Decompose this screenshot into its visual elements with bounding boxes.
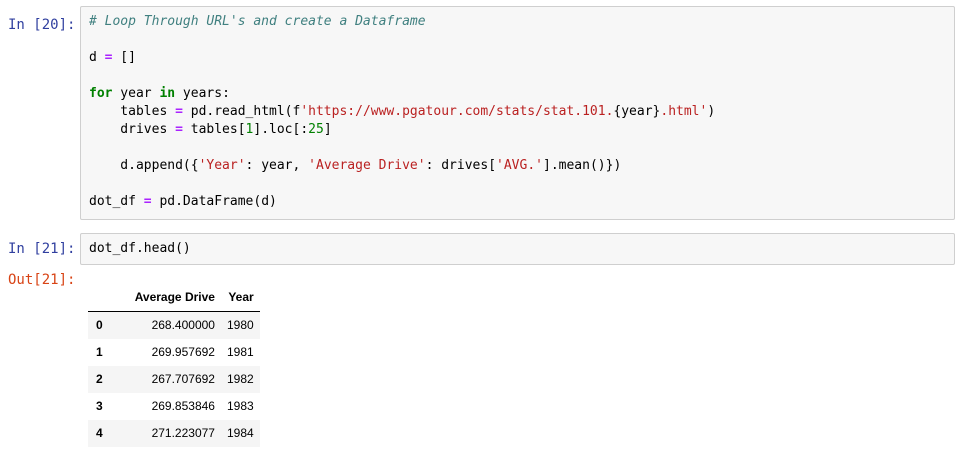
code-token: : drives[	[425, 158, 497, 173]
input-prompt-21: In [21]:	[8, 241, 76, 257]
code-string: 'Year'	[198, 158, 246, 173]
code-token: years:	[175, 86, 230, 101]
column-header: Average Drive	[128, 284, 221, 312]
cell-average-drive: 269.957692	[151, 345, 215, 359]
code-string: 'Average Drive'	[308, 158, 426, 173]
table-header-row: Average Drive Year	[88, 284, 260, 312]
code-token: tables	[89, 104, 176, 119]
code-token: tables[	[182, 122, 246, 137]
code-token: drives	[89, 122, 176, 137]
code-keyword: in	[159, 86, 176, 101]
dataframe-table: Average Drive Year 0 268.400000 1980 1 2…	[88, 284, 260, 447]
row-index: 1	[96, 345, 103, 359]
row-index: 4	[96, 426, 103, 440]
cell-year: 1983	[226, 399, 254, 413]
code-block-21[interactable]: dot_df.head()	[81, 240, 954, 258]
output-prompt-21: Out[21]:	[8, 272, 76, 288]
index-header	[88, 284, 129, 312]
code-token: ]	[323, 122, 332, 137]
code-editor-21[interactable]: dot_df.head()	[80, 233, 955, 265]
code-token: pd.read_html(f	[182, 104, 301, 119]
code-line: drives = tables[1].loc[:25]	[89, 121, 954, 139]
table-row: 4 271.223077 1984	[88, 420, 260, 447]
code-operator: =	[143, 194, 152, 209]
table-row: 3 269.853846 1983	[88, 393, 260, 420]
row-index: 0	[96, 318, 103, 332]
code-editor-20[interactable]: # Loop Through URL's and create a Datafr…	[80, 6, 955, 220]
code-comment: # Loop Through URL's and create a Datafr…	[89, 14, 426, 29]
cell-year: 1981	[226, 345, 254, 359]
code-token: []	[112, 50, 144, 65]
code-operator: =	[175, 104, 183, 119]
code-line: for year in years:	[89, 85, 954, 103]
code-string: .html'	[660, 104, 708, 119]
code-token: {year}	[613, 104, 661, 119]
code-keyword: for	[89, 86, 113, 101]
code-token: dot_df	[89, 194, 144, 209]
input-prompt-20: In [20]:	[8, 17, 76, 33]
code-string: 'AVG.'	[496, 158, 543, 173]
table-row: 2 267.707692 1982	[88, 366, 260, 393]
code-block-20[interactable]: # Loop Through URL's and create a Datafr…	[81, 13, 954, 211]
cell-year: 1984	[226, 426, 254, 440]
code-token: d	[89, 50, 97, 65]
code-token: d.append({	[89, 158, 199, 173]
code-token: ].loc[:	[253, 122, 309, 137]
output-area-21: Average Drive Year 0 268.400000 1980 1 2…	[88, 284, 260, 447]
cell-average-drive: 268.400000	[151, 318, 215, 332]
code-line: d.append({'Year': year, 'Average Drive':…	[89, 157, 954, 175]
cell-average-drive: 267.707692	[151, 372, 215, 386]
cell-average-drive: 269.853846	[151, 399, 215, 413]
code-line: dot_df = pd.DataFrame(d)	[89, 193, 954, 211]
column-header: Year	[220, 284, 260, 312]
code-token: )	[707, 104, 716, 119]
code-token: year	[112, 86, 160, 101]
table-row: 1 269.957692 1981	[88, 339, 260, 366]
code-line: tables = pd.read_html(f'https://www.pgat…	[89, 103, 954, 121]
cell-average-drive: 271.223077	[151, 426, 215, 440]
code-line: d = []	[89, 49, 954, 67]
row-index: 3	[96, 399, 103, 413]
code-line: dot_df.head()	[89, 241, 191, 256]
code-number: 25	[308, 122, 324, 137]
code-token: ].mean()})	[543, 158, 622, 173]
cell-year: 1980	[226, 318, 254, 332]
cell-year: 1982	[226, 372, 254, 386]
code-string: 'https://www.pgatour.com/stats/stat.101.	[300, 104, 614, 119]
table-row: 0 268.400000 1980	[88, 311, 260, 339]
code-token: pd.DataFrame(d)	[151, 194, 277, 209]
code-operator: =	[175, 122, 183, 137]
code-token: : year,	[245, 158, 309, 173]
code-line: # Loop Through URL's and create a Datafr…	[89, 13, 954, 31]
row-index: 2	[96, 372, 103, 386]
